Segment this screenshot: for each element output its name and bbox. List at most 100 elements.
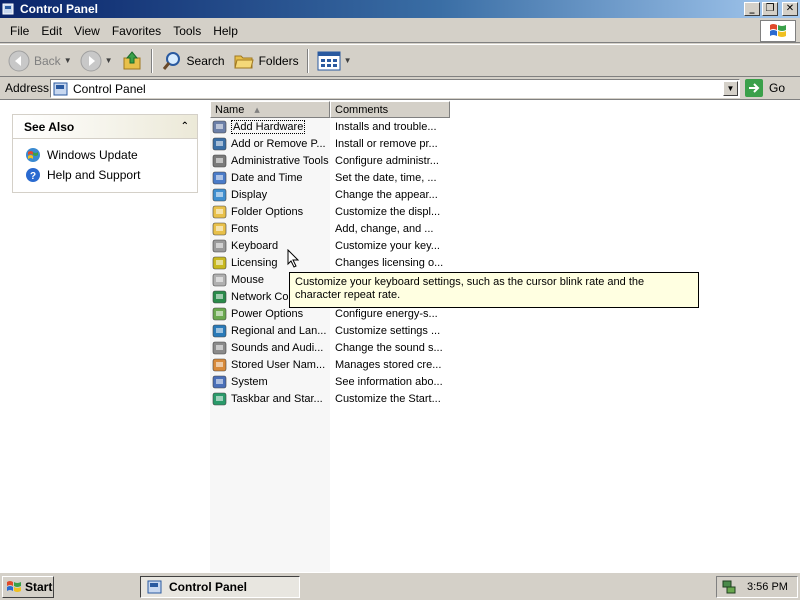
fonts-icon xyxy=(212,222,227,235)
list-item[interactable]: Add Hardware Installs and trouble... xyxy=(212,118,437,135)
address-input[interactable]: Control Panel ▼ xyxy=(50,79,740,98)
system-tray: 3:56 PM xyxy=(716,576,798,598)
list-item[interactable]: System See information abo... xyxy=(212,373,443,390)
stored-user-names-icon xyxy=(212,358,227,371)
restore-button[interactable]: ❐ xyxy=(762,2,778,16)
collapse-chevron-icon[interactable]: ⌃ xyxy=(181,121,189,132)
folders-button[interactable]: Folders xyxy=(229,47,303,75)
display-icon xyxy=(212,188,227,201)
list-item-name: Fonts xyxy=(231,222,259,235)
keyboard-icon xyxy=(212,239,227,252)
network-connections-icon xyxy=(212,290,227,303)
windows-update-icon xyxy=(26,148,40,162)
add-remove-programs-icon xyxy=(212,137,227,150)
network-tray-icon[interactable] xyxy=(721,579,737,595)
forward-button[interactable]: ▼ xyxy=(76,47,117,75)
see-also-header[interactable]: See Also ⌃ xyxy=(13,115,197,139)
list-item-name: Sounds and Audi... xyxy=(231,341,324,354)
list-item-comment: Add, change, and ... xyxy=(335,222,434,235)
list-item[interactable]: Folder Options Customize the displ... xyxy=(212,203,440,220)
back-arrow-icon xyxy=(8,50,30,71)
list-item-comment: Configure energy-s... xyxy=(335,307,438,320)
windows-update-link[interactable]: Windows Update xyxy=(25,145,197,165)
window-title: Control Panel xyxy=(20,2,99,16)
list-item-comment: Customize the displ... xyxy=(335,205,441,218)
forward-arrow-icon xyxy=(80,50,102,71)
mouse-icon xyxy=(212,273,227,286)
list-item-comment: Customize settings ... xyxy=(335,324,441,337)
list-item[interactable]: Fonts Add, change, and ... xyxy=(212,220,433,237)
menu-help[interactable]: Help xyxy=(207,22,244,40)
menu-tools[interactable]: Tools xyxy=(167,22,207,40)
list-item[interactable]: Taskbar and Star... Customize the Start..… xyxy=(212,390,441,407)
windows-logo xyxy=(760,20,796,42)
list-item-name: Taskbar and Star... xyxy=(231,392,323,405)
list-item-comment: Install or remove pr... xyxy=(335,137,438,150)
licensing-icon xyxy=(212,256,227,269)
folder-options-icon xyxy=(212,205,227,218)
search-icon xyxy=(162,51,180,70)
list-item[interactable]: Stored User Nam... Manages stored cre... xyxy=(212,356,441,373)
list-item[interactable]: Licensing Changes licensing o... xyxy=(212,254,443,271)
sounds-audio-icon xyxy=(212,341,227,354)
regional-language-icon xyxy=(212,324,227,337)
taskbar-button-control-panel[interactable]: Control Panel xyxy=(140,576,300,598)
sort-ascending-icon: ▲ xyxy=(254,105,260,114)
window-controls: _ ❐ ✕ xyxy=(742,2,798,16)
clock[interactable]: 3:56 PM xyxy=(747,581,788,593)
list-item-name: Licensing xyxy=(231,256,278,269)
list-item-comment: Installs and trouble... xyxy=(335,120,437,133)
list-item-comment: Customize the Start... xyxy=(335,392,441,405)
minimize-button[interactable]: _ xyxy=(744,2,760,16)
address-label: Address xyxy=(5,81,50,95)
system-icon xyxy=(212,375,227,388)
close-button[interactable]: ✕ xyxy=(782,2,798,16)
title-bar: Control Panel _ ❐ ✕ xyxy=(0,0,800,18)
views-button[interactable]: ▼ xyxy=(313,47,356,75)
list-item-comment: Change the sound s... xyxy=(335,341,443,354)
list-item[interactable]: Administrative Tools Configure administr.… xyxy=(212,152,439,169)
column-header-name[interactable]: Name ▲ xyxy=(210,101,330,118)
svg-text:?: ? xyxy=(30,171,36,182)
list-item-comment: Customize your key... xyxy=(335,239,440,252)
menu-view[interactable]: View xyxy=(68,22,106,40)
list-item[interactable]: Display Change the appear... xyxy=(212,186,438,203)
menu-bar: File Edit View Favorites Tools Help xyxy=(0,19,800,43)
menu-edit[interactable]: Edit xyxy=(35,22,68,40)
windows-flag-icon xyxy=(770,24,786,37)
control-panel-icon xyxy=(2,3,14,15)
views-icon xyxy=(317,51,341,70)
column-header-comments[interactable]: Comments xyxy=(330,101,450,118)
see-also-title: See Also xyxy=(24,119,75,134)
list-item-comment: Manages stored cre... xyxy=(335,358,442,371)
help-icon: ? xyxy=(26,168,40,182)
search-button[interactable]: Search xyxy=(157,47,229,75)
go-button[interactable]: Go xyxy=(745,79,785,97)
list-item[interactable]: Add or Remove P... Install or remove pr..… xyxy=(212,135,438,152)
mouse-cursor-icon xyxy=(287,249,300,268)
list-item-name: Add or Remove P... xyxy=(231,137,326,150)
list-item[interactable]: Regional and Lan... Customize settings ..… xyxy=(212,322,440,339)
list-item[interactable]: Keyboard Customize your key... xyxy=(212,237,440,254)
list-item-name: Add Hardware xyxy=(231,119,306,134)
address-dropdown-button[interactable]: ▼ xyxy=(723,81,738,96)
list-column-headers: Name ▲ Comments xyxy=(210,101,450,118)
windows-flag-icon xyxy=(7,581,21,592)
toolbar: Back ▼ ▼ Search Folders ▼ xyxy=(0,44,800,77)
list-item-name: Folder Options xyxy=(231,205,304,218)
address-bar: Address Control Panel ▼ Go xyxy=(0,77,800,100)
power-options-icon xyxy=(212,307,227,320)
administrative-tools-icon xyxy=(212,154,227,167)
back-button[interactable]: Back ▼ xyxy=(4,47,76,75)
menu-favorites[interactable]: Favorites xyxy=(106,22,167,40)
list-item-name: Date and Time xyxy=(231,171,303,184)
list-item[interactable]: Sounds and Audi... Change the sound s... xyxy=(212,339,443,356)
up-folder-button[interactable] xyxy=(117,47,147,75)
list-item-name: System xyxy=(231,375,268,388)
list-item[interactable]: Date and Time Set the date, time, ... xyxy=(212,169,437,186)
start-button[interactable]: Start xyxy=(2,576,54,598)
help-and-support-link[interactable]: ? Help and Support xyxy=(25,165,197,185)
list-item-comment: Set the date, time, ... xyxy=(335,171,437,184)
menu-file[interactable]: File xyxy=(4,22,35,40)
list-item-name: Regional and Lan... xyxy=(231,324,327,337)
